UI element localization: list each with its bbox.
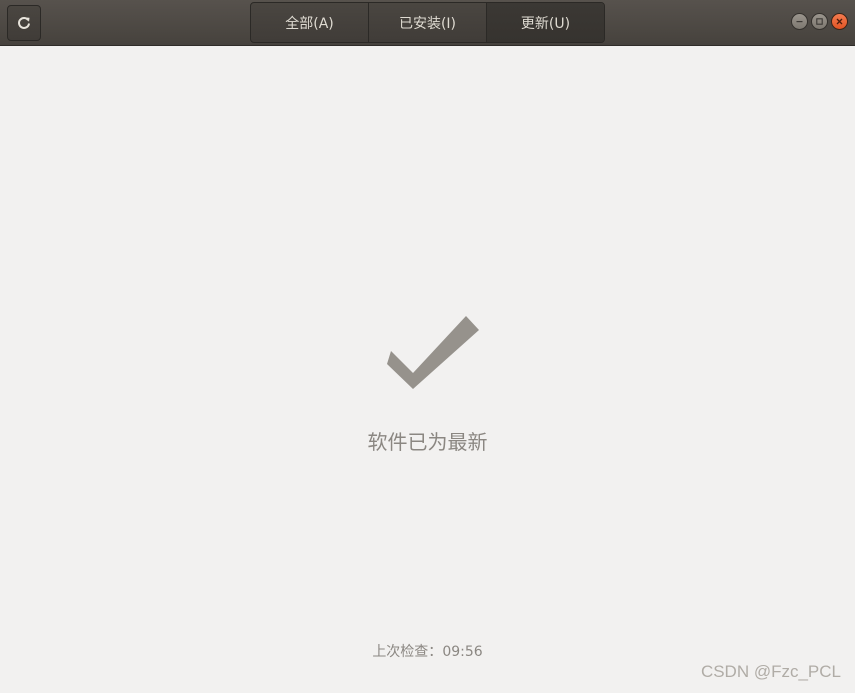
status-message: 软件已为最新: [367, 430, 488, 454]
window-controls: [791, 13, 848, 30]
maximize-icon: [816, 18, 823, 25]
maximize-button[interactable]: [811, 13, 828, 30]
up-to-date-check: [385, 313, 480, 395]
tab-updates-label: 更新(U): [520, 15, 571, 32]
minimize-button[interactable]: [791, 13, 808, 30]
close-button[interactable]: [831, 13, 848, 30]
close-icon: [836, 18, 843, 25]
tab-updates[interactable]: 更新(U): [487, 3, 604, 42]
checkmark-icon: [387, 316, 479, 389]
refresh-icon: [18, 16, 30, 29]
header-bar: 全部(A) 已安装(I) 更新(U): [0, 0, 855, 46]
last-check-time: 09:56: [442, 644, 483, 660]
tab-installed-label: 已安装(I): [398, 15, 457, 32]
tab-installed[interactable]: 已安装(I): [369, 3, 487, 42]
view-switcher: 全部(A) 已安装(I) 更新(U): [250, 2, 605, 43]
watermark: CSDN @Fzc_PCL: [700, 662, 841, 681]
tab-all-label: 全部(A): [285, 15, 334, 32]
last-check-info: 上次检查：09:56: [0, 641, 855, 661]
tab-all[interactable]: 全部(A): [251, 3, 369, 42]
minimize-icon: [796, 21, 803, 23]
refresh-button[interactable]: [7, 5, 41, 41]
last-check-label: 上次检查：: [372, 644, 443, 660]
